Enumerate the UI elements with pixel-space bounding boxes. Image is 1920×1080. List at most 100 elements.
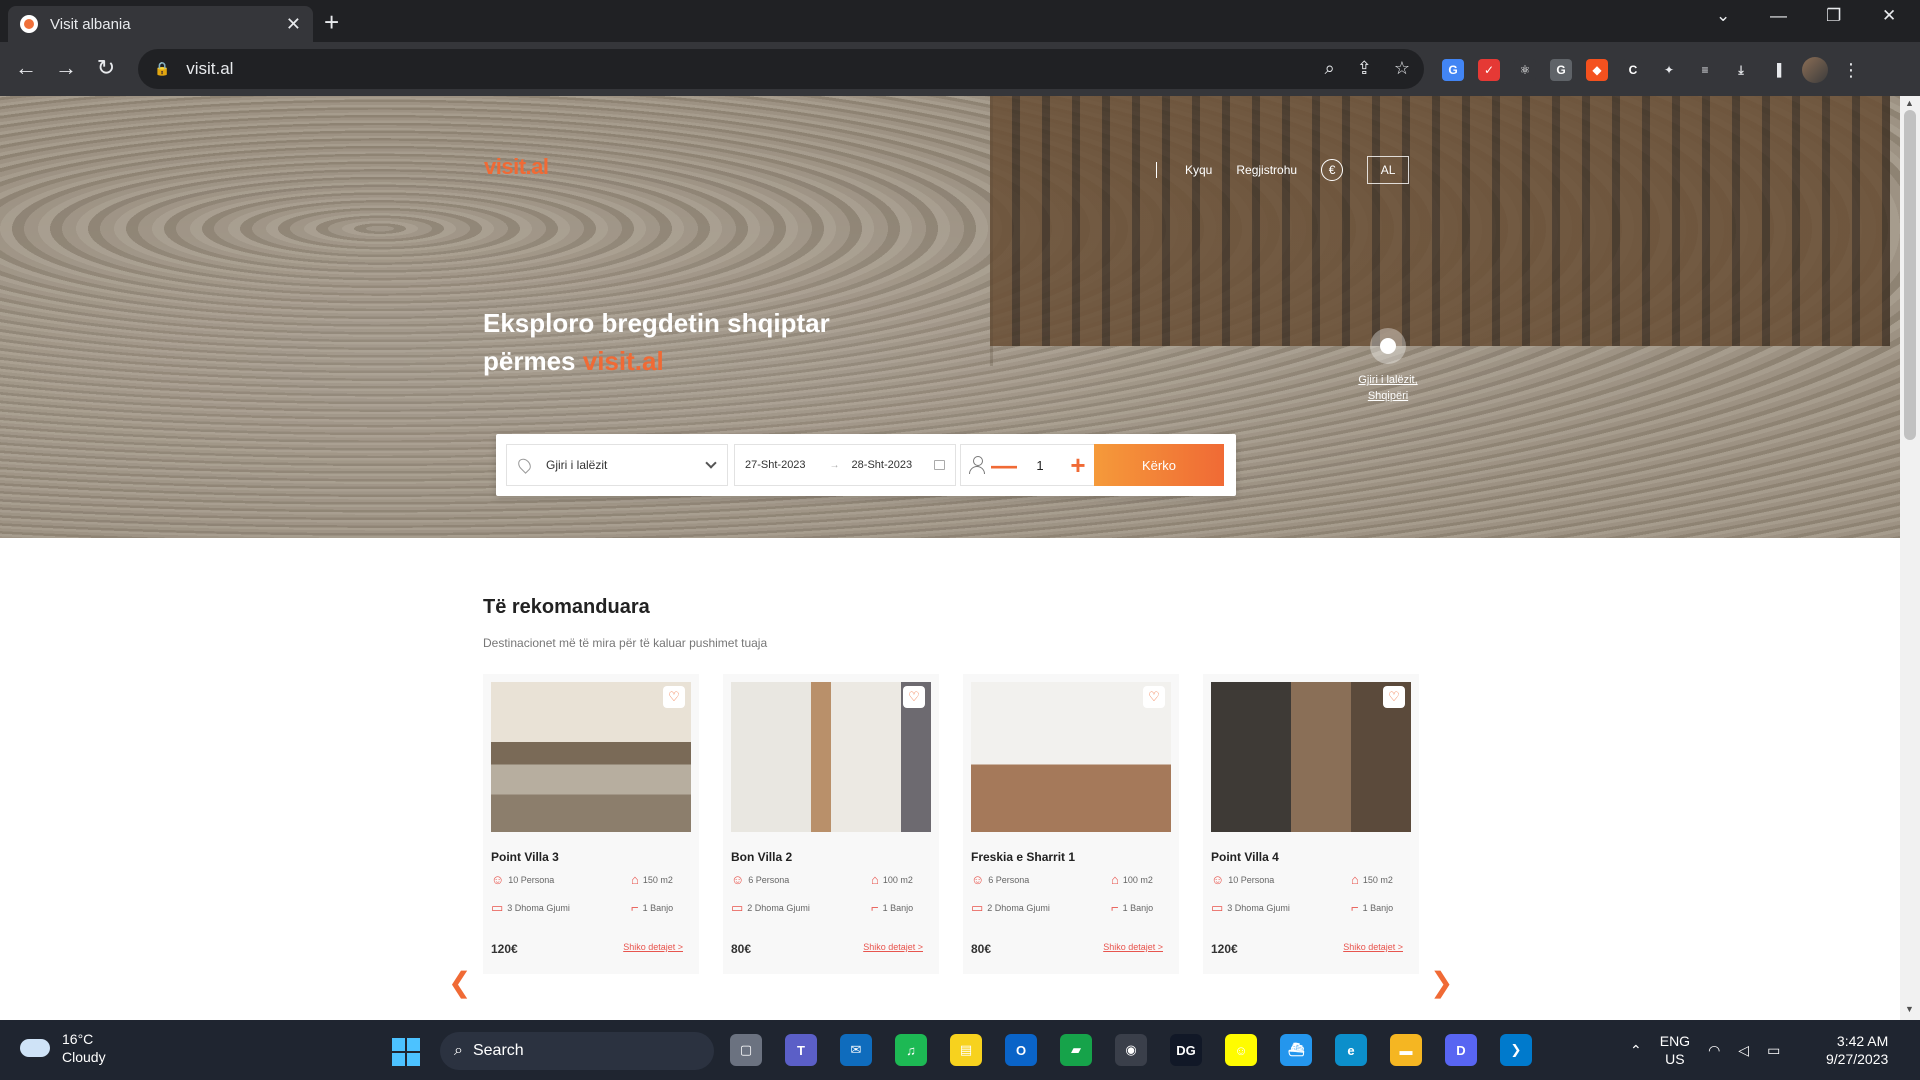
property-name[interactable]: Freskia e Sharrit 1	[971, 850, 1075, 864]
guest-count: 1	[1036, 457, 1044, 473]
mail-app-icon[interactable]: ✉	[840, 1034, 872, 1066]
property-image[interactable]	[731, 682, 931, 832]
chrome-app-icon[interactable]: ◉	[1115, 1034, 1147, 1066]
back-icon[interactable]: ←	[12, 55, 40, 81]
hero-headline: Eksploro bregdetin shqiptar përmes visit…	[483, 304, 830, 380]
property-card[interactable]: ♡ Bon Villa 2 ☺ 6 Persona ⌂ 100 m2 ▭ 2 Dhom…	[723, 674, 939, 974]
clock[interactable]: 3:42 AM 9/27/2023	[1826, 1032, 1888, 1068]
sticky-notes-app-icon[interactable]: ▤	[950, 1034, 982, 1066]
browser-menu-icon[interactable]: ⋮	[1842, 60, 1860, 81]
cloud-icon	[20, 1039, 50, 1057]
translate-extension-icon[interactable]: G	[1442, 59, 1464, 81]
checkin-date[interactable]: 27-Sht-2023	[745, 459, 806, 471]
wifi-icon[interactable]: ◠	[1708, 1042, 1720, 1059]
zoom-icon[interactable]: ⌕	[1325, 58, 1335, 79]
map-pin-icon[interactable]	[1370, 328, 1406, 364]
carousel-next-icon[interactable]: ❯	[1430, 966, 1453, 999]
checkout-date[interactable]: 28-Sht-2023	[852, 459, 913, 471]
details-link[interactable]: Shiko detajet >	[1343, 942, 1403, 952]
download-icon[interactable]: ⤓	[1730, 59, 1752, 81]
scrollbar-thumb[interactable]	[1904, 110, 1916, 440]
location-value: Gjiri i lalëzit	[546, 458, 608, 472]
file-explorer-app-icon[interactable]: ▬	[1390, 1034, 1422, 1066]
grammar-extension-icon[interactable]: ✓	[1478, 59, 1500, 81]
language-select[interactable]: AL	[1367, 156, 1410, 184]
weather-widget[interactable]: 16°C Cloudy	[20, 1030, 106, 1066]
ext-c-extension-icon[interactable]: C	[1622, 59, 1644, 81]
property-image[interactable]	[971, 682, 1171, 832]
details-link[interactable]: Shiko detajet >	[1103, 942, 1163, 952]
calendar-icon[interactable]	[934, 460, 945, 470]
tab-search-chevron-icon[interactable]: ⌄	[1716, 6, 1730, 26]
volume-icon[interactable]: ◁	[1738, 1042, 1749, 1059]
share-icon[interactable]: ⇪	[1357, 58, 1372, 79]
side-panel-icon[interactable]: ▐	[1766, 59, 1788, 81]
datagrip-app-icon[interactable]: DG	[1170, 1034, 1202, 1066]
favorite-heart-icon[interactable]: ♡	[663, 686, 685, 708]
property-name[interactable]: Point Villa 3	[491, 850, 559, 864]
battery-icon[interactable]: ▭	[1767, 1042, 1780, 1059]
profile-avatar[interactable]	[1802, 57, 1828, 83]
property-card[interactable]: ♡ Point Villa 4 ☺ 10 Persona ⌂ 150 m2 ▭ 3 D…	[1203, 674, 1419, 974]
react-devtools-extension-icon[interactable]: ⚛	[1514, 59, 1536, 81]
property-image[interactable]	[491, 682, 691, 832]
currency-button[interactable]: €	[1321, 159, 1344, 181]
teams-app-icon[interactable]: T	[785, 1034, 817, 1066]
property-name[interactable]: Point Villa 4	[1211, 850, 1279, 864]
close-window-icon[interactable]: ✕	[1882, 6, 1896, 26]
page-scrollbar[interactable]: ▲ ▼	[1900, 96, 1920, 1020]
favorite-heart-icon[interactable]: ♡	[903, 686, 925, 708]
url-text[interactable]: visit.al	[186, 59, 233, 79]
property-card[interactable]: ♡ Point Villa 3 ☺ 10 Persona ⌂ 150 m2 ▭ 3 D…	[483, 674, 699, 974]
spotify-app-icon[interactable]: ♫	[895, 1034, 927, 1066]
scroll-down-icon[interactable]: ▼	[1905, 1004, 1914, 1014]
details-link[interactable]: Shiko detajet >	[623, 942, 683, 952]
new-tab-button[interactable]: +	[324, 8, 339, 36]
task-view-app-icon[interactable]: ▢	[730, 1034, 762, 1066]
tab-close-icon[interactable]: ✕	[286, 15, 301, 33]
tray-overflow-icon[interactable]: ⌃	[1630, 1042, 1642, 1059]
login-link[interactable]: Kyqu	[1185, 163, 1212, 177]
minimize-icon[interactable]: —	[1770, 6, 1787, 26]
docker-app-icon[interactable]: ⛴	[1280, 1034, 1312, 1066]
edge-app-icon[interactable]: e	[1335, 1034, 1367, 1066]
address-bar[interactable]: 🔒 visit.al ⌕ ⇪ ☆	[138, 49, 1424, 89]
increment-button[interactable]: +	[1067, 452, 1089, 478]
grammarly-extension-icon[interactable]: G	[1550, 59, 1572, 81]
restore-icon[interactable]: ❐	[1826, 6, 1841, 26]
chat-app-icon[interactable]: ▰	[1060, 1034, 1092, 1066]
media-queue-icon[interactable]: ≡	[1694, 59, 1716, 81]
hero-brand: visit.al	[582, 346, 664, 376]
favorite-heart-icon[interactable]: ♡	[1383, 686, 1405, 708]
date-range-picker[interactable]: 27-Sht-2023 → 28-Sht-2023	[734, 444, 956, 486]
bookmark-star-icon[interactable]: ☆	[1394, 58, 1410, 79]
taskbar-search[interactable]: ⌕ Search	[440, 1032, 714, 1070]
decrement-button[interactable]: —	[991, 452, 1017, 478]
property-card[interactable]: ♡ Freskia e Sharrit 1 ☺ 6 Persona ⌂ 100 m2…	[963, 674, 1179, 974]
register-link[interactable]: Regjistrohu	[1236, 163, 1297, 177]
browser-tab[interactable]: Visit albania ✕	[8, 6, 313, 42]
discord-app-icon[interactable]: D	[1445, 1034, 1477, 1066]
vscode-app-icon[interactable]: ❯	[1500, 1034, 1532, 1066]
outlook-app-icon[interactable]: O	[1005, 1034, 1037, 1066]
scroll-up-icon[interactable]: ▲	[1905, 98, 1914, 108]
price: 120€	[1211, 942, 1238, 956]
forward-icon[interactable]: →	[52, 55, 80, 81]
favorite-heart-icon[interactable]: ♡	[1143, 686, 1165, 708]
details-link[interactable]: Shiko detajet >	[863, 942, 923, 952]
browser-toolbar: ← → ↻ 🔒 visit.al ⌕ ⇪ ☆ G ✓ ⚛ G ◆ C ✦ ≡ ⤓ ▐ ⋮	[0, 42, 1920, 96]
start-menu-icon[interactable]	[392, 1038, 420, 1066]
site-logo[interactable]: visit.al	[484, 154, 549, 180]
search-button[interactable]: Kërko	[1094, 444, 1224, 486]
input-language[interactable]: ENG US	[1660, 1032, 1690, 1068]
reload-icon[interactable]: ↻	[92, 55, 120, 81]
area-value: 100 m2	[882, 874, 913, 885]
ext-orange-extension-icon[interactable]: ◆	[1586, 59, 1608, 81]
snapchat-app-icon[interactable]: ☺	[1225, 1034, 1257, 1066]
property-name[interactable]: Bon Villa 2	[731, 850, 792, 864]
carousel-prev-icon[interactable]: ❮	[448, 966, 471, 999]
map-pin-label[interactable]: Gjiri i lalëzit, Shqipëri	[1352, 372, 1424, 404]
property-image[interactable]	[1211, 682, 1411, 832]
location-select[interactable]: Gjiri i lalëzit	[506, 444, 728, 486]
puzzle-extensions-icon[interactable]: ✦	[1658, 59, 1680, 81]
